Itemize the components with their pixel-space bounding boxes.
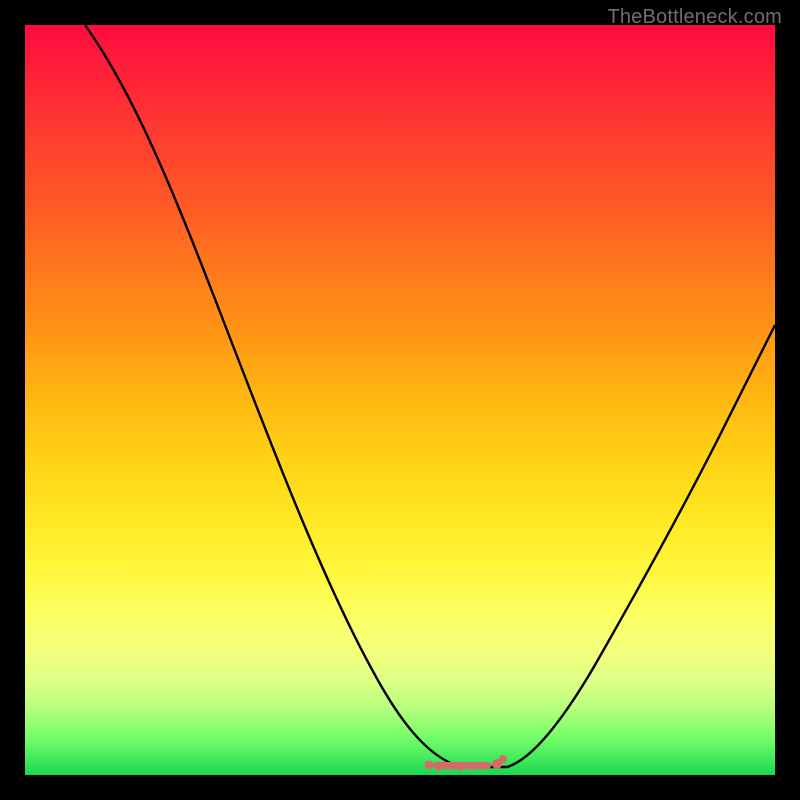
right-curve-path [485, 325, 775, 767]
chart-svg [25, 25, 775, 775]
trough-marker [425, 755, 508, 771]
chart-plot-area [25, 25, 775, 775]
left-curve-path [85, 25, 485, 767]
